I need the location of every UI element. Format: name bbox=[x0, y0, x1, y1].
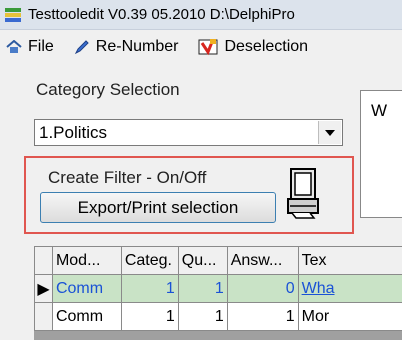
menu-deselection-label: Deselection bbox=[224, 38, 309, 55]
home-icon bbox=[6, 40, 22, 53]
menu-renumber-label: Re-Number bbox=[95, 38, 179, 55]
cell-mod[interactable]: Comm bbox=[51, 274, 122, 303]
menu-deselection[interactable]: Deselection bbox=[198, 38, 308, 56]
window-title: Testtooledit V0.39 05.2010 D:\DelphiPro bbox=[28, 6, 295, 23]
menu-renumber[interactable]: Re-Number bbox=[74, 38, 179, 56]
cell-qu[interactable]: 1 bbox=[177, 274, 228, 303]
printer-icon[interactable] bbox=[286, 168, 320, 220]
cell-qu[interactable]: 1 bbox=[177, 302, 228, 331]
table-row[interactable]: Comm 1 1 1 Mor bbox=[34, 302, 402, 331]
chevron-down-icon bbox=[325, 129, 335, 136]
combobox-dropdown-button[interactable] bbox=[318, 121, 341, 144]
title-bar: Testtooledit V0.39 05.2010 D:\DelphiPro bbox=[0, 0, 402, 30]
column-header-text[interactable]: Tex bbox=[297, 246, 402, 275]
pencil-icon bbox=[74, 40, 89, 55]
cell-answ[interactable]: 0 bbox=[226, 274, 299, 303]
cell-mod[interactable]: Comm bbox=[51, 302, 122, 331]
menu-bar: File Re-Number Deselection bbox=[0, 30, 402, 65]
category-selected-value: 1.Politics bbox=[39, 122, 108, 142]
memo-field[interactable]: W bbox=[360, 90, 402, 218]
menu-file[interactable]: File bbox=[6, 38, 54, 56]
grid-header-row: Mod... Categ. Qu... Answ... Tex bbox=[34, 246, 402, 275]
table-row[interactable]: ▶ Comm 1 1 0 Wha bbox=[34, 274, 402, 303]
questions-grid[interactable]: Mod... Categ. Qu... Answ... Tex ▶ Comm 1… bbox=[34, 246, 402, 340]
export-print-button[interactable]: Export/Print selection bbox=[40, 192, 276, 223]
cell-categ[interactable]: 1 bbox=[120, 302, 179, 331]
cell-categ[interactable]: 1 bbox=[120, 274, 179, 303]
memo-text: W bbox=[371, 101, 388, 120]
app-icon bbox=[5, 7, 21, 22]
category-selection-label: Category Selection bbox=[36, 80, 180, 99]
create-filter-label[interactable]: Create Filter - On/Off bbox=[48, 168, 206, 188]
row-indicator-icon: ▶ bbox=[34, 274, 53, 303]
cell-text[interactable]: Wha bbox=[297, 274, 402, 303]
grid-corner-cell bbox=[34, 246, 53, 275]
column-header-qu[interactable]: Qu... bbox=[177, 246, 228, 275]
category-combobox[interactable]: 1.Politics bbox=[34, 119, 343, 146]
column-header-mod[interactable]: Mod... bbox=[51, 246, 122, 275]
row-indicator-cell bbox=[34, 302, 53, 331]
menu-file-label: File bbox=[28, 38, 54, 55]
column-header-categ[interactable]: Categ. bbox=[120, 246, 179, 275]
cell-text[interactable]: Mor bbox=[297, 302, 402, 331]
cell-answ[interactable]: 1 bbox=[226, 302, 299, 331]
deselect-icon bbox=[198, 39, 218, 56]
column-header-answ[interactable]: Answ... bbox=[226, 246, 299, 275]
